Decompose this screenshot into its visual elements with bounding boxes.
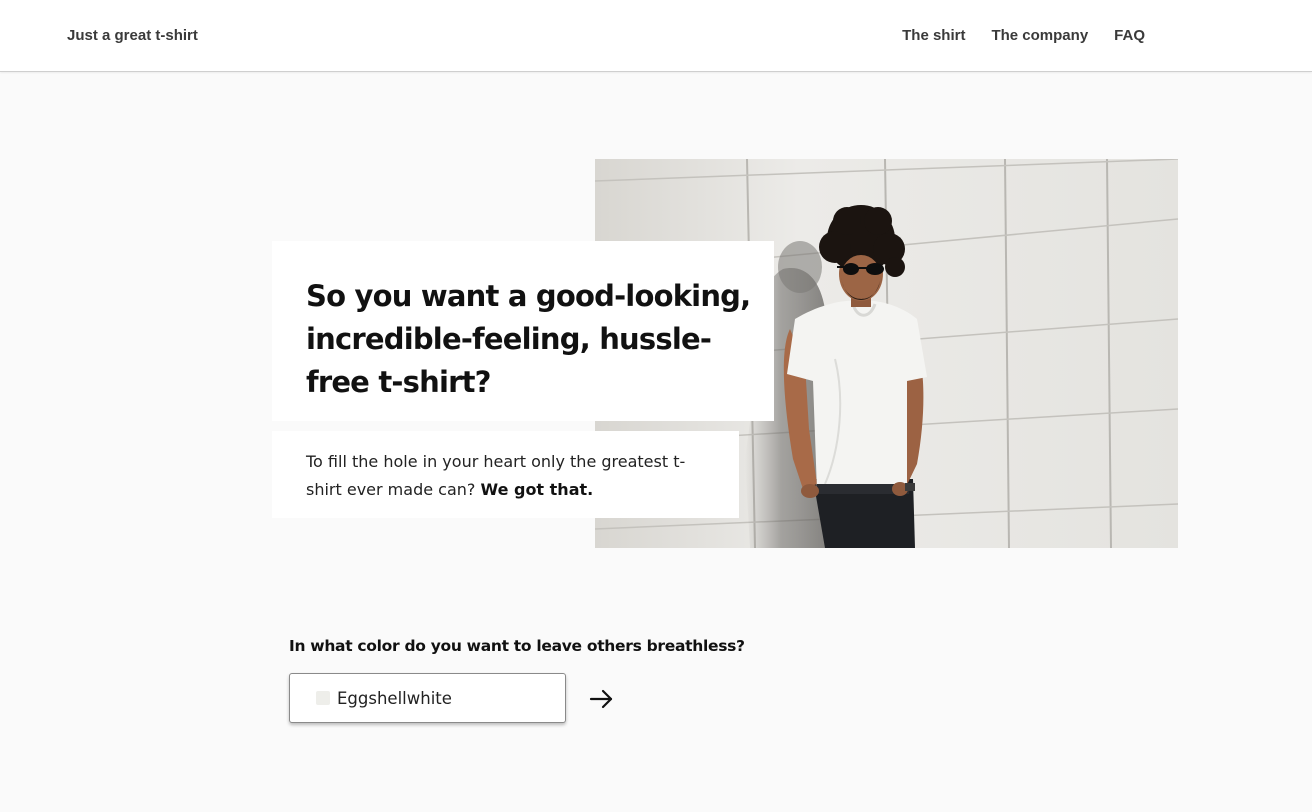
color-question-label: In what color do you want to leave other… xyxy=(289,637,745,655)
color-swatch xyxy=(316,691,330,705)
brand-logo-link[interactable]: Just a great t-shirt xyxy=(67,27,198,44)
nav-link-the-shirt[interactable]: The shirt xyxy=(902,27,965,44)
top-navigation-bar: Just a great t-shirt The shirt The compa… xyxy=(0,0,1312,72)
color-select[interactable]: Eggshellwhite xyxy=(289,673,566,723)
nav-link-faq[interactable]: FAQ xyxy=(1114,27,1145,44)
arrow-right-icon[interactable] xyxy=(589,687,615,711)
hero-subtext-emphasis: We got that. xyxy=(480,480,594,499)
hero-headline: So you want a good-looking, incredible-f… xyxy=(306,279,751,399)
nav-link-the-company[interactable]: The company xyxy=(991,27,1088,44)
headline-card: So you want a good-looking, incredible-f… xyxy=(272,241,774,421)
subtext-card: To fill the hole in your heart only the … xyxy=(272,431,739,518)
main-nav: The shirt The company FAQ xyxy=(902,27,1145,44)
color-select-value: Eggshellwhite xyxy=(337,688,452,708)
